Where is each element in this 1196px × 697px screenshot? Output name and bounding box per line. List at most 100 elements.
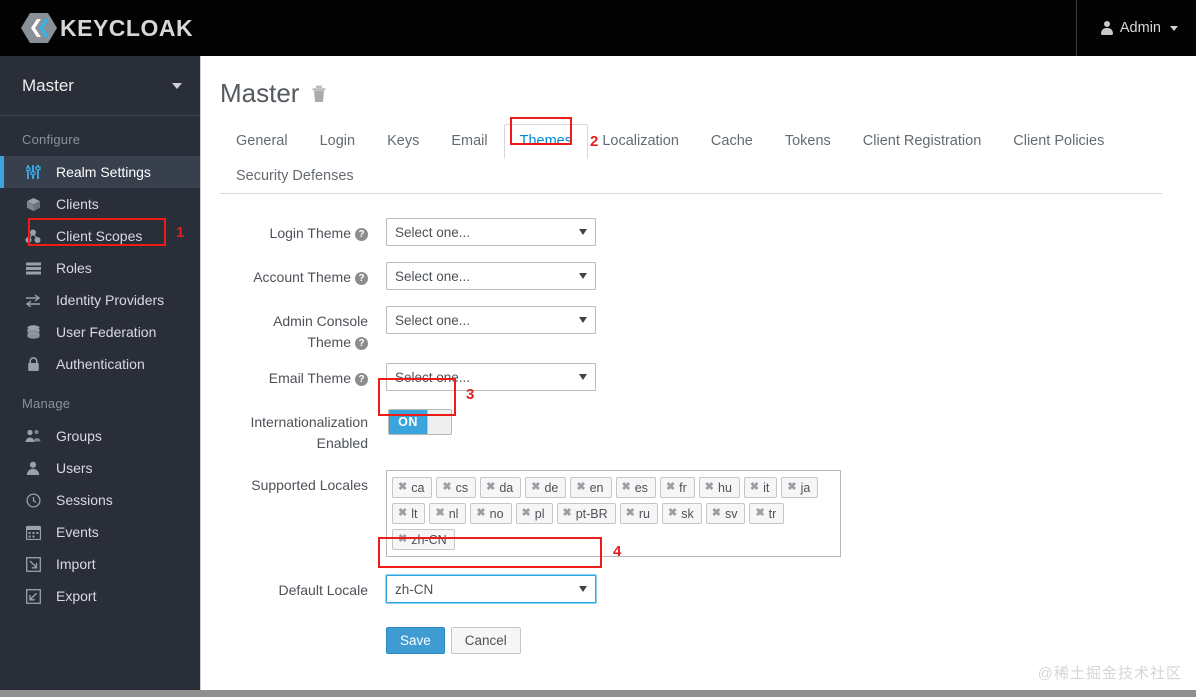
annotation-number-4: 4 — [613, 543, 622, 560]
close-x-icon[interactable]: ✖ — [755, 508, 764, 519]
locale-chip[interactable]: ✖ pl — [515, 503, 553, 524]
close-x-icon[interactable]: ✖ — [398, 508, 407, 519]
login-theme-select[interactable]: Select one... — [386, 218, 596, 246]
sidebar-item-export[interactable]: Export — [0, 580, 200, 612]
locale-chip[interactable]: ✖ fr — [659, 477, 695, 498]
cancel-button[interactable]: Cancel — [450, 627, 521, 654]
sidebar-item-client-scopes[interactable]: Client Scopes — [0, 220, 200, 252]
close-x-icon[interactable]: ✖ — [576, 482, 585, 493]
internationalization-label-line2: Enabled — [316, 435, 368, 451]
tab-security-defenses[interactable]: Security Defenses — [220, 159, 370, 194]
account-theme-label: Account Theme — [253, 269, 351, 285]
question-mark-icon[interactable]: ? — [355, 272, 368, 285]
tab-keys[interactable]: Keys — [371, 124, 435, 159]
locale-chip[interactable]: ✖ sk — [662, 503, 702, 524]
locale-chip[interactable]: ✖ de — [525, 477, 567, 498]
close-x-icon[interactable]: ✖ — [787, 482, 796, 493]
page-title: Master — [220, 78, 300, 108]
locale-chip[interactable]: ✖ ru — [619, 503, 659, 524]
sidebar-item-events[interactable]: Events — [0, 516, 200, 548]
tab-tokens[interactable]: Tokens — [769, 124, 847, 159]
locale-chip[interactable]: ✖ ja — [781, 477, 819, 498]
sidebar-item-roles[interactable]: Roles — [0, 252, 200, 284]
tab-general[interactable]: General — [220, 124, 304, 159]
locale-chip[interactable]: ✖ zh-CN — [392, 529, 455, 550]
actions-control: Save Cancel — [386, 613, 521, 654]
close-x-icon[interactable]: ✖ — [622, 482, 631, 493]
close-x-icon[interactable]: ✖ — [435, 508, 444, 519]
sidebar-item-authentication[interactable]: Authentication — [0, 348, 200, 380]
internationalization-label-line1: Internationalization — [250, 414, 368, 430]
tab-bar: General Login Keys Email Themes 2 Locali… — [220, 123, 1162, 194]
user-menu-label: Admin — [1119, 20, 1161, 36]
locale-chip[interactable]: ✖ sv — [705, 503, 746, 524]
annotation-number-1: 1 — [176, 224, 185, 241]
close-x-icon[interactable]: ✖ — [398, 482, 407, 493]
tab-login[interactable]: Login — [304, 124, 371, 159]
sidebar-item-groups[interactable]: Groups — [0, 420, 200, 452]
close-x-icon[interactable]: ✖ — [750, 482, 759, 493]
save-button[interactable]: Save — [386, 627, 445, 654]
admin-console-theme-select[interactable]: Select one... — [386, 306, 596, 334]
tab-client-registration[interactable]: Client Registration — [847, 124, 997, 159]
close-x-icon[interactable]: ✖ — [398, 534, 407, 545]
sidebar-item-users[interactable]: Users — [0, 452, 200, 484]
sidebar-item-realm-settings[interactable]: Realm Settings — [0, 156, 200, 188]
question-mark-icon[interactable]: ? — [355, 228, 368, 241]
locale-chip[interactable]: ✖ ca — [392, 477, 433, 498]
close-x-icon[interactable]: ✖ — [476, 508, 485, 519]
email-theme-select[interactable]: Select one... — [386, 363, 596, 391]
locale-chip[interactable]: ✖ no — [470, 503, 512, 524]
tab-client-policies[interactable]: Client Policies — [997, 124, 1120, 159]
default-locale-control: zh-CN — [385, 574, 597, 604]
locale-chip[interactable]: ✖ es — [615, 477, 656, 498]
locale-chip-label: tr — [768, 506, 777, 521]
admin-console-theme-control: Select one... — [386, 306, 596, 334]
email-theme-control: Select one... — [386, 363, 596, 391]
tab-email[interactable]: Email — [435, 124, 503, 159]
sidebar-item-label: Realm Settings — [56, 164, 151, 180]
close-x-icon[interactable]: ✖ — [666, 482, 675, 493]
admin-console-theme-label-line1: Admin Console — [273, 313, 368, 329]
internationalization-toggle[interactable]: ON — [388, 409, 452, 435]
close-x-icon[interactable]: ✖ — [705, 482, 714, 493]
locale-chip[interactable]: ✖ tr — [749, 503, 785, 524]
locale-chip[interactable]: ✖ lt — [392, 503, 426, 524]
sidebar-item-user-federation[interactable]: User Federation — [0, 316, 200, 348]
default-locale-select[interactable]: zh-CN — [385, 574, 597, 604]
account-theme-select[interactable]: Select one... — [386, 262, 596, 290]
close-x-icon[interactable]: ✖ — [486, 482, 495, 493]
locale-chip-label: pt-BR — [575, 506, 608, 521]
brand-logo-area[interactable]: KEYCLOAK — [20, 0, 193, 56]
realm-selector[interactable]: Master — [0, 56, 200, 116]
locale-chip[interactable]: ✖ pt-BR — [556, 503, 616, 524]
bottom-scrollbar-strip[interactable] — [0, 690, 1196, 697]
realm-selector-label: Master — [22, 75, 74, 95]
close-x-icon[interactable]: ✖ — [626, 508, 635, 519]
locale-chip[interactable]: ✖ da — [480, 477, 522, 498]
locale-chip[interactable]: ✖ nl — [429, 503, 467, 524]
sidebar-item-clients[interactable]: Clients — [0, 188, 200, 220]
sidebar-item-label: Sessions — [56, 492, 113, 508]
keycloak-logo-icon — [20, 10, 58, 46]
tab-cache[interactable]: Cache — [695, 124, 769, 159]
locale-chip[interactable]: ✖ hu — [698, 477, 740, 498]
sidebar-item-sessions[interactable]: Sessions — [0, 484, 200, 516]
tab-localization[interactable]: Localization — [599, 124, 695, 159]
trash-icon[interactable] — [311, 85, 327, 103]
locale-chip[interactable]: ✖ en — [570, 477, 612, 498]
close-x-icon[interactable]: ✖ — [522, 508, 531, 519]
close-x-icon[interactable]: ✖ — [442, 482, 451, 493]
close-x-icon[interactable]: ✖ — [531, 482, 540, 493]
locale-chip[interactable]: ✖ cs — [436, 477, 477, 498]
user-menu[interactable]: Admin — [1100, 0, 1178, 56]
question-mark-icon[interactable]: ? — [355, 337, 368, 350]
locale-chip[interactable]: ✖ it — [743, 477, 778, 498]
question-mark-icon[interactable]: ? — [355, 373, 368, 386]
close-x-icon[interactable]: ✖ — [563, 508, 572, 519]
tab-themes[interactable]: Themes — [503, 124, 588, 159]
sidebar-item-import[interactable]: Import — [0, 548, 200, 580]
close-x-icon[interactable]: ✖ — [712, 508, 721, 519]
close-x-icon[interactable]: ✖ — [668, 508, 677, 519]
sidebar-item-identity-providers[interactable]: Identity Providers — [0, 284, 200, 316]
